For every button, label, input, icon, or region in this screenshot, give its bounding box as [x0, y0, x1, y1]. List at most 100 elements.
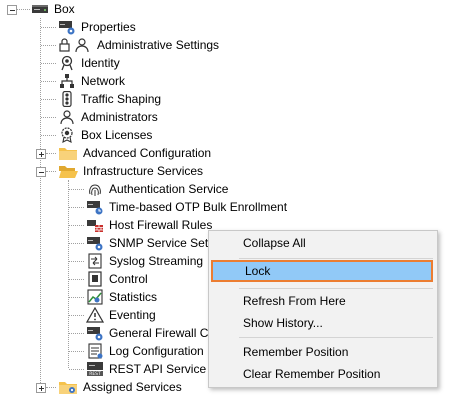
server-gear-icon [86, 235, 104, 251]
tree-node-label: SNMP Service Setti [109, 236, 215, 250]
tree-node-label: Authentication Service [109, 182, 229, 196]
tree-node-host-firewall-rules[interactable]: Host Firewall Rules [86, 216, 212, 234]
tree-node-label: Time-based OTP Bulk Enrollment [109, 200, 288, 214]
menu-separator [239, 288, 433, 289]
menu-separator [239, 337, 433, 338]
tree-line [41, 117, 56, 118]
tree-line [69, 261, 84, 262]
tree-node-label: Eventing [109, 308, 156, 322]
tree-node-general-firewall-configuration[interactable]: General Firewall Co [86, 324, 215, 342]
tree-node-label: Box [54, 2, 75, 16]
tree-line [69, 207, 84, 208]
tree-line [69, 333, 84, 334]
folder-icon [58, 145, 78, 161]
folder-gear-icon [58, 379, 78, 395]
chart-icon [86, 289, 104, 305]
tree-node-identity[interactable]: Identity [58, 54, 120, 72]
tree-line [46, 171, 56, 172]
tree-node-label: Host Firewall Rules [109, 218, 213, 232]
tree-node-label: General Firewall Co [109, 326, 216, 340]
lock-user-icon [58, 37, 92, 53]
menu-separator [239, 258, 433, 259]
tree-line [69, 279, 84, 280]
tree-line [46, 153, 56, 154]
tree-node-label: Identity [81, 56, 120, 70]
tree-node-time-based-otp-bulk-enrollment[interactable]: Time-based OTP Bulk Enrollment [86, 198, 287, 216]
tree-node-label: Log Configuration [109, 344, 204, 358]
menu-item-refresh-from-here[interactable]: Refresh From Here [211, 290, 433, 312]
folder-open-icon [58, 163, 78, 179]
tree-node-rest-api-service[interactable]: REST REST API Service [86, 360, 206, 378]
server-gear-icon [86, 325, 104, 341]
tree-line [69, 189, 84, 190]
tree-node-label: Syslog Streaming [109, 254, 204, 268]
firewall-icon [86, 217, 104, 233]
tree-line [41, 27, 56, 28]
tree-node-assigned-services[interactable]: Assigned Services [58, 378, 182, 396]
server-clock-icon [86, 199, 104, 215]
control-panel-icon [86, 271, 104, 287]
user-icon [58, 109, 76, 125]
tree-node-infrastructure-services[interactable]: Infrastructure Services [58, 162, 203, 180]
collapse-toggle-box[interactable] [7, 5, 17, 15]
expand-toggle-assigned-services[interactable] [36, 383, 46, 393]
tree-node-administrative-settings[interactable]: Administrative Settings [58, 36, 219, 54]
context-menu: Collapse All Lock Refresh From Here Show… [208, 230, 438, 388]
tree-node-box-licenses[interactable]: Box Licenses [58, 126, 152, 144]
license-seal-icon [58, 127, 76, 143]
tree-node-label: Control [109, 272, 148, 286]
tree-node-label: Box Licenses [81, 128, 153, 142]
menu-item-collapse-all[interactable]: Collapse All [211, 232, 433, 254]
certificate-badge-icon [58, 55, 76, 71]
tree-node-syslog-streaming[interactable]: Syslog Streaming [86, 252, 203, 270]
tree-line [69, 225, 84, 226]
expand-toggle-advanced-configuration[interactable] [36, 149, 46, 159]
tree-line [41, 45, 56, 46]
tree-node-advanced-configuration[interactable]: Advanced Configuration [58, 144, 211, 162]
tree-node-administrators[interactable]: Administrators [58, 108, 158, 126]
tree-line [69, 297, 84, 298]
warning-icon [86, 307, 104, 323]
network-tree-icon [58, 73, 76, 89]
tree-line [40, 18, 41, 389]
menu-item-clear-remember-position[interactable]: Clear Remember Position [211, 363, 433, 385]
tree-node-eventing[interactable]: Eventing [86, 306, 156, 324]
rest-api-icon: REST [86, 361, 104, 377]
svg-text:REST: REST [89, 371, 101, 377]
traffic-light-icon [58, 91, 76, 107]
tree-node-authentication-service[interactable]: Authentication Service [86, 180, 228, 198]
tree-node-label: Traffic Shaping [81, 92, 162, 106]
document-arrow-icon [86, 253, 104, 269]
tree-node-network[interactable]: Network [58, 72, 125, 90]
tree-node-control[interactable]: Control [86, 270, 148, 288]
menu-item-remember-position[interactable]: Remember Position [211, 341, 433, 363]
tree-line [41, 63, 56, 64]
fingerprint-icon [86, 181, 104, 197]
tree-node-box[interactable]: Box [31, 0, 75, 18]
tree-node-statistics[interactable]: Statistics [86, 288, 157, 306]
tree-node-properties[interactable]: Properties [58, 18, 136, 36]
tree-line [68, 180, 69, 368]
tree-line [46, 387, 56, 388]
tree-node-label: Statistics [109, 290, 158, 304]
tree-line [69, 243, 84, 244]
tree-node-label: REST API Service [109, 362, 207, 376]
log-document-icon [86, 343, 104, 359]
tree-node-label: Infrastructure Services [83, 164, 204, 178]
menu-item-lock[interactable]: Lock [211, 260, 433, 282]
tree-node-traffic-shaping[interactable]: Traffic Shaping [58, 90, 161, 108]
tree-node-log-configuration[interactable]: Log Configuration [86, 342, 204, 360]
tree-node-label: Administrative Settings [97, 38, 220, 52]
tree-line [41, 81, 56, 82]
tree-node-snmp-service-settings[interactable]: SNMP Service Setti [86, 234, 214, 252]
tree-line [41, 99, 56, 100]
tree-line [69, 369, 84, 370]
tree-node-label: Assigned Services [83, 380, 182, 394]
tree-node-label: Properties [81, 20, 136, 34]
tree-line [69, 351, 84, 352]
menu-item-show-history[interactable]: Show History... [211, 312, 433, 334]
tree-node-label: Advanced Configuration [83, 146, 212, 160]
collapse-toggle-infrastructure-services[interactable] [36, 167, 46, 177]
tree-node-label: Administrators [81, 110, 158, 124]
server-box-icon [31, 1, 49, 17]
